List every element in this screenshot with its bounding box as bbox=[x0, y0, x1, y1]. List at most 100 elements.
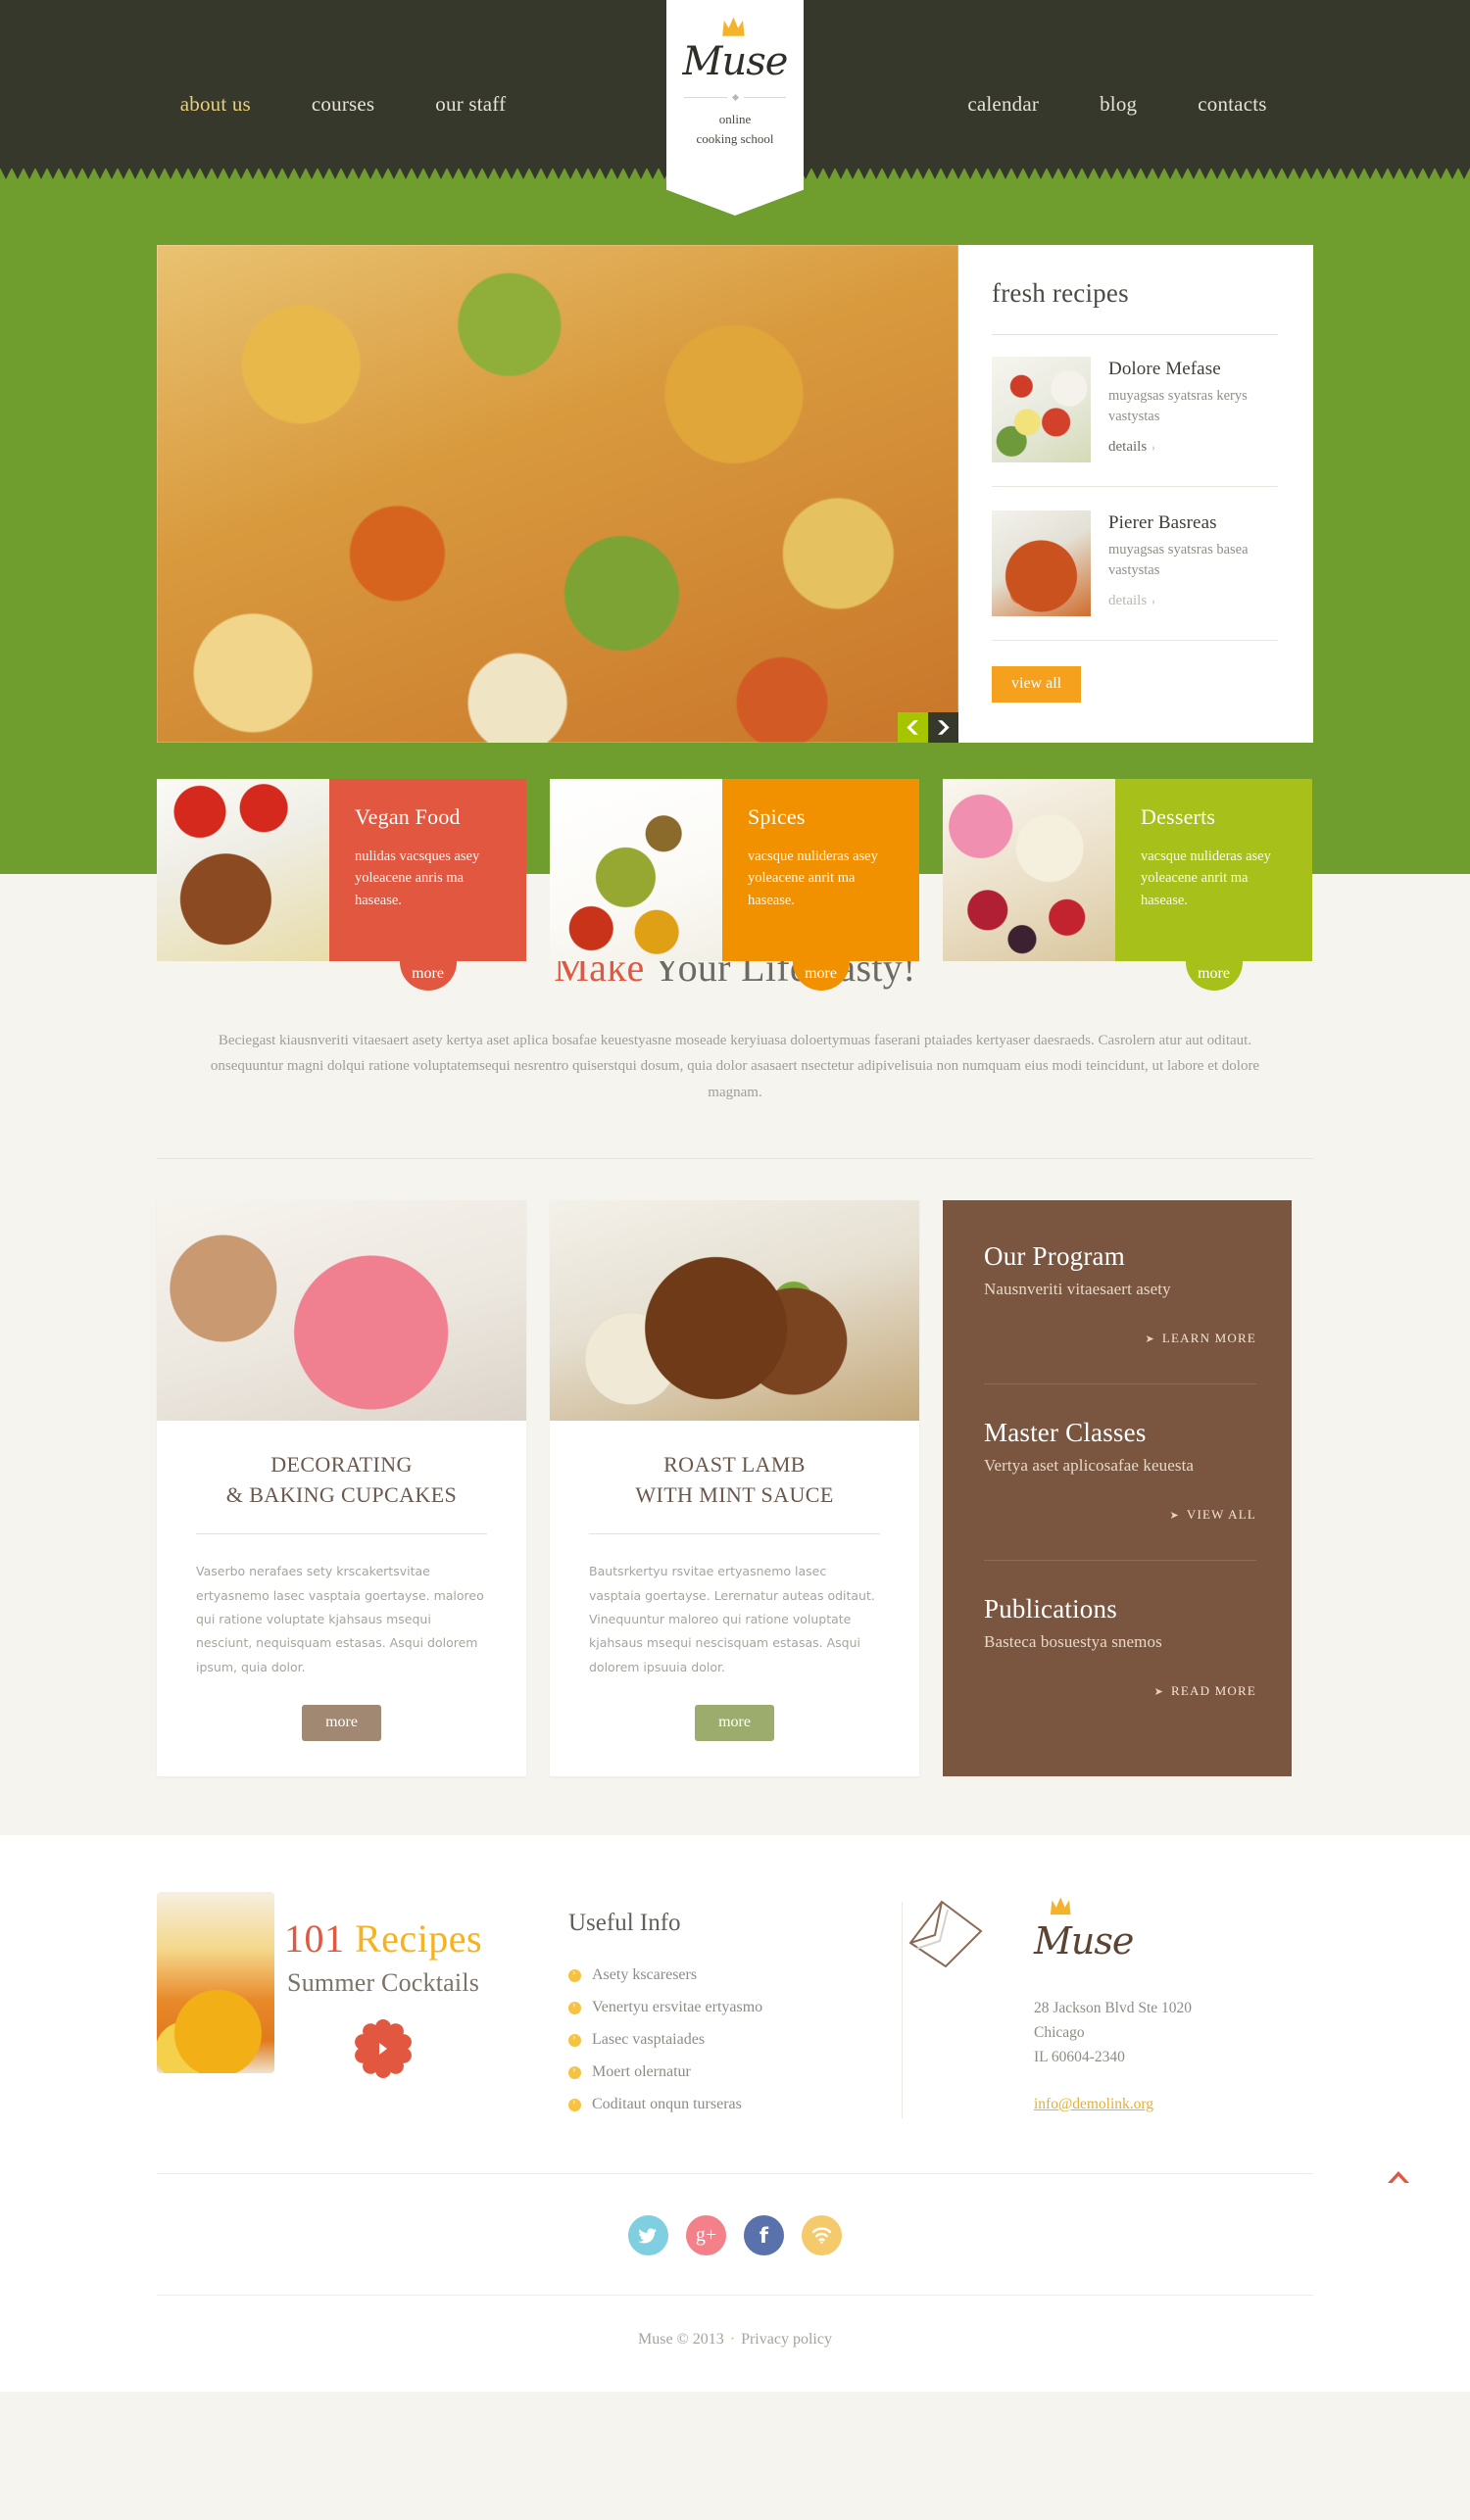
social-link-facebook[interactable]: f bbox=[744, 2215, 784, 2256]
view-all-button[interactable]: view all bbox=[992, 666, 1082, 703]
nav-item-our-staff[interactable]: our staff bbox=[435, 92, 506, 117]
category-card-image bbox=[943, 779, 1115, 961]
category-more-button[interactable]: more bbox=[412, 965, 444, 982]
social-link-google-plus[interactable]: g+ bbox=[686, 2215, 726, 2256]
category-card-more-wrap: more bbox=[329, 965, 526, 983]
recipe-title: Dolore Mefase bbox=[1108, 359, 1221, 379]
list-item[interactable]: Moert olernatur bbox=[568, 2063, 902, 2081]
category-more-button[interactable]: more bbox=[805, 965, 837, 982]
feature-more-button[interactable]: more bbox=[695, 1705, 774, 1742]
social-link-twitter[interactable] bbox=[628, 2215, 668, 2256]
category-card-body: Desserts vacsque nulideras asey yoleacen… bbox=[1115, 779, 1312, 991]
panel-learn-more-link[interactable]: ➤ LEARN MORE bbox=[984, 1331, 1256, 1346]
nav-item-courses[interactable]: courses bbox=[312, 92, 374, 117]
feature-card-rule bbox=[196, 1533, 487, 1535]
category-card-body: Vegan Food nulidas vacsques asey yoleace… bbox=[329, 779, 526, 991]
footer-container: 101 Recipes Summer Cocktails Useful Info… bbox=[157, 1892, 1313, 2128]
arrow-right-icon: ➤ bbox=[1145, 1333, 1155, 1345]
panel-link-label: LEARN MORE bbox=[1161, 1330, 1256, 1345]
panel-divider bbox=[984, 1382, 1256, 1384]
list-item[interactable]: Asety kscaresers bbox=[568, 1966, 902, 1984]
panel-divider bbox=[984, 1559, 1256, 1561]
hero-container: fresh recipes Dolore Mefase muyagsas sya… bbox=[157, 245, 1313, 991]
footer-useful-info-column: Useful Info Asety kscaresers Venertyu er… bbox=[568, 1892, 902, 2128]
feature-card-inner: ROAST LAMB WITH MINT SAUCE Bautsrkertyu … bbox=[550, 1421, 919, 1776]
nav-item-calendar[interactable]: calendar bbox=[967, 92, 1039, 117]
nav-item-about-us[interactable]: about us bbox=[180, 92, 251, 117]
chevron-left-icon bbox=[906, 720, 918, 735]
slider-next-button[interactable] bbox=[928, 712, 958, 743]
social-link-rss[interactable] bbox=[802, 2215, 842, 2256]
panel-block-subtitle: Nausnveriti vitaesaert asety bbox=[984, 1279, 1171, 1298]
logo-wordmark: Muse bbox=[682, 39, 789, 84]
footer-promo-column[interactable]: 101 Recipes Summer Cocktails bbox=[157, 1892, 568, 2128]
panel-block-title: Master Classes bbox=[984, 1417, 1147, 1447]
list-item[interactable]: Venertyu ersvitae ertyasmo bbox=[568, 1999, 902, 2016]
rss-icon bbox=[812, 2227, 831, 2245]
fresh-recipe-item[interactable]: Dolore Mefase muyagsas syatsras kerys va… bbox=[992, 357, 1278, 486]
recipe-details-label: details bbox=[1108, 593, 1148, 609]
arrow-right-icon: ➤ bbox=[1169, 1509, 1180, 1522]
feature-card-roast-lamb[interactable]: ROAST LAMB WITH MINT SAUCE Bautsrkertyu … bbox=[550, 1199, 919, 1777]
logo-divider bbox=[684, 93, 786, 102]
crown-icon bbox=[722, 17, 745, 36]
slider-prev-button[interactable] bbox=[898, 712, 928, 743]
scroll-to-top-button[interactable] bbox=[1386, 2168, 1411, 2194]
category-card-more-wrap: more bbox=[722, 965, 919, 983]
recipe-details-link[interactable]: details › bbox=[1108, 593, 1155, 609]
category-card-description: nulidas vacsques asey yoleacene anris ma… bbox=[355, 848, 480, 908]
recipe-body: Dolore Mefase muyagsas syatsras kerys va… bbox=[1108, 357, 1278, 462]
category-card-vegan-food[interactable]: Vegan Food nulidas vacsques asey yoleace… bbox=[157, 779, 526, 991]
footer-email-link[interactable]: info@demolink.org bbox=[1034, 2096, 1153, 2112]
nav-item-blog[interactable]: blog bbox=[1100, 92, 1137, 117]
promo-subtitle: Summer Cocktails bbox=[287, 1968, 480, 1998]
feature-card-body: Vaserbo nerafaes sety krscakertsvitae er… bbox=[196, 1564, 484, 1674]
copyright-bar: Muse © 2013 · Privacy policy bbox=[0, 2296, 1470, 2392]
flower-arrow-icon[interactable] bbox=[353, 2019, 415, 2079]
tasty-paragraph: Beciegast kiausnveriti vitaesaert asety … bbox=[210, 1033, 1260, 1100]
arrow-right-icon: ➤ bbox=[1153, 1685, 1164, 1698]
hero-slider[interactable] bbox=[157, 245, 958, 743]
useful-info-title: Useful Info bbox=[568, 1910, 681, 1937]
recipe-body: Pierer Basreas muyagsas syatsras basea v… bbox=[1108, 510, 1278, 616]
privacy-policy-link[interactable]: Privacy policy bbox=[741, 2331, 832, 2348]
hero-green-band: fresh recipes Dolore Mefase muyagsas sya… bbox=[0, 169, 1470, 991]
page-root: about us courses our staff calendar blog… bbox=[0, 0, 1470, 2393]
useful-info-list: Asety kscaresers Venertyu ersvitae ertya… bbox=[568, 1966, 902, 2113]
address-line-3: IL 60604-2340 bbox=[1034, 2048, 1125, 2065]
panel-block-title: Publications bbox=[984, 1593, 1117, 1623]
feature-card-body: Bautsrkertyu rsvitae ertyasnemo lasec va… bbox=[589, 1564, 875, 1674]
footer-address: 28 Jackson Blvd Ste 1020 Chicago IL 6060… bbox=[1034, 1997, 1313, 2069]
list-item-label: Moert olernatur bbox=[592, 2063, 691, 2081]
recipe-thumbnail bbox=[992, 510, 1091, 616]
feature-more-button[interactable]: more bbox=[302, 1705, 381, 1742]
category-card-desserts[interactable]: Desserts vacsque nulideras asey yoleacen… bbox=[943, 779, 1312, 991]
panel-block-title: Our Program bbox=[984, 1240, 1125, 1271]
site-header: about us courses our staff calendar blog… bbox=[0, 0, 1470, 216]
chevron-right-icon bbox=[938, 720, 950, 735]
chevron-right-bullet-icon bbox=[568, 2096, 581, 2111]
promo-heading: 101 Recipes bbox=[284, 1919, 482, 1959]
panel-view-all-link[interactable]: ➤ VIEW ALL bbox=[984, 1507, 1256, 1523]
list-item[interactable]: Coditaut onqun turseras bbox=[568, 2096, 902, 2113]
category-card-image bbox=[157, 779, 329, 961]
panel-block-our-program: Our Program Nausnveriti vitaesaert asety… bbox=[984, 1241, 1256, 1366]
recipe-details-link[interactable]: details › bbox=[1108, 439, 1155, 456]
panel-read-more-link[interactable]: ➤ READ MORE bbox=[984, 1683, 1256, 1699]
slider-row: fresh recipes Dolore Mefase muyagsas sya… bbox=[157, 245, 1313, 743]
category-card-description: vacsque nulideras asey yoleacene anrit m… bbox=[748, 848, 878, 908]
program-panel: Our Program Nausnveriti vitaesaert asety… bbox=[943, 1199, 1292, 1777]
category-card-spices[interactable]: Spices vacsque nulideras asey yoleacene … bbox=[550, 779, 919, 991]
category-more-button[interactable]: more bbox=[1198, 965, 1230, 982]
features-row: DECORATING & BAKING CUPCAKES Vaserbo ner… bbox=[157, 1199, 1313, 1835]
footer-logo[interactable]: Muse bbox=[1034, 1896, 1313, 1960]
site-footer: 101 Recipes Summer Cocktails Useful Info… bbox=[0, 1835, 1470, 2393]
feature-card-cupcakes[interactable]: DECORATING & BAKING CUPCAKES Vaserbo ner… bbox=[157, 1199, 526, 1777]
fresh-recipe-item[interactable]: Pierer Basreas muyagsas syatsras basea v… bbox=[992, 510, 1278, 640]
nav-item-contacts[interactable]: contacts bbox=[1198, 92, 1266, 117]
list-item[interactable]: Lasec vasptaiades bbox=[568, 2031, 902, 2049]
category-card-body: Spices vacsque nulideras asey yoleacene … bbox=[722, 779, 919, 991]
recipe-thumbnail bbox=[992, 357, 1091, 462]
site-logo[interactable]: Muse online cooking school bbox=[666, 0, 804, 216]
list-item-label: Venertyu ersvitae ertyasmo bbox=[592, 1999, 763, 2016]
